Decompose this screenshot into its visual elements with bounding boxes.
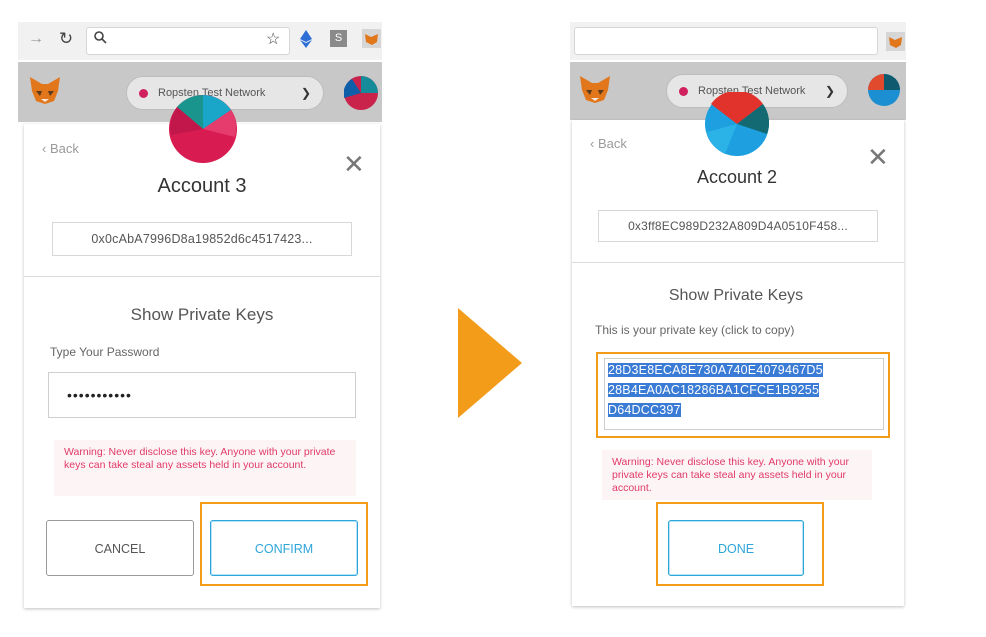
address-bar[interactable] (574, 27, 878, 55)
password-field[interactable]: ••••••••••• (48, 372, 356, 418)
back-label: Back (597, 136, 627, 151)
chevron-down-icon: ❯ (824, 84, 835, 98)
metamask-fox-icon[interactable] (28, 75, 62, 104)
back-link[interactable]: ‹ Back (590, 136, 627, 151)
private-key-line: 28D3E8ECA8E730A740E4079467D5 (608, 363, 823, 377)
chevron-down-icon: ❯ (300, 86, 311, 100)
account-avatar-icon[interactable] (868, 74, 900, 106)
network-status-dot (139, 88, 148, 98)
address-bar[interactable] (86, 27, 290, 55)
close-icon[interactable]: ✕ (343, 151, 365, 177)
section-title: Show Private Keys (668, 287, 804, 304)
warning-message: Warning: Never disclose this key. Anyone… (54, 440, 356, 496)
back-link[interactable]: ‹ Back (42, 141, 79, 156)
account-name: Account 2 (696, 167, 778, 187)
cancel-button[interactable]: CANCEL (46, 520, 194, 576)
account-avatar-icon[interactable] (343, 76, 378, 110)
bookmark-star-icon[interactable]: ☆ (266, 29, 280, 49)
warning-message: Warning: Never disclose this key. Anyone… (602, 450, 872, 500)
confirm-button[interactable]: CONFIRM (210, 520, 358, 576)
section-title: Show Private Keys (130, 305, 274, 324)
password-label: Type Your Password (50, 345, 160, 359)
chevron-left-icon: ‹ (590, 136, 595, 151)
metamask-extension-icon[interactable] (362, 29, 381, 48)
extension-icon-s[interactable]: S (330, 30, 347, 47)
account-address[interactable]: 0x3ff8EC989D232A809D4A0510F458... (598, 210, 878, 242)
ethereum-extension-icon[interactable] (300, 30, 312, 53)
copy-hint: This is your private key (click to copy) (595, 323, 795, 337)
private-key-line: D64DCC397 (608, 403, 681, 417)
reload-icon[interactable]: ↻ (56, 28, 76, 50)
close-icon[interactable]: ✕ (867, 144, 889, 170)
account-identicon (705, 90, 770, 156)
search-icon (93, 30, 109, 48)
transition-arrow-icon (458, 308, 522, 423)
forward-icon[interactable]: → (26, 28, 46, 50)
private-key-text[interactable]: 28D3E8ECA8E730A740E4079467D5 28B4EA0AC18… (608, 360, 823, 420)
network-status-dot (679, 86, 688, 96)
private-key-line: 28B4EA0AC18286BA1CFCE1B9255 (608, 383, 820, 397)
done-button[interactable]: DONE (668, 520, 804, 576)
account-identicon (169, 94, 237, 163)
chevron-left-icon: ‹ (42, 141, 47, 156)
metamask-extension-icon[interactable] (886, 32, 905, 51)
metamask-fox-icon[interactable] (578, 74, 612, 103)
back-label: Back (49, 141, 79, 156)
divider (24, 276, 380, 277)
divider (572, 262, 904, 263)
account-address[interactable]: 0x0cAbA7996D8a19852d6c4517423... (52, 222, 352, 256)
account-name: Account 3 (157, 175, 247, 197)
